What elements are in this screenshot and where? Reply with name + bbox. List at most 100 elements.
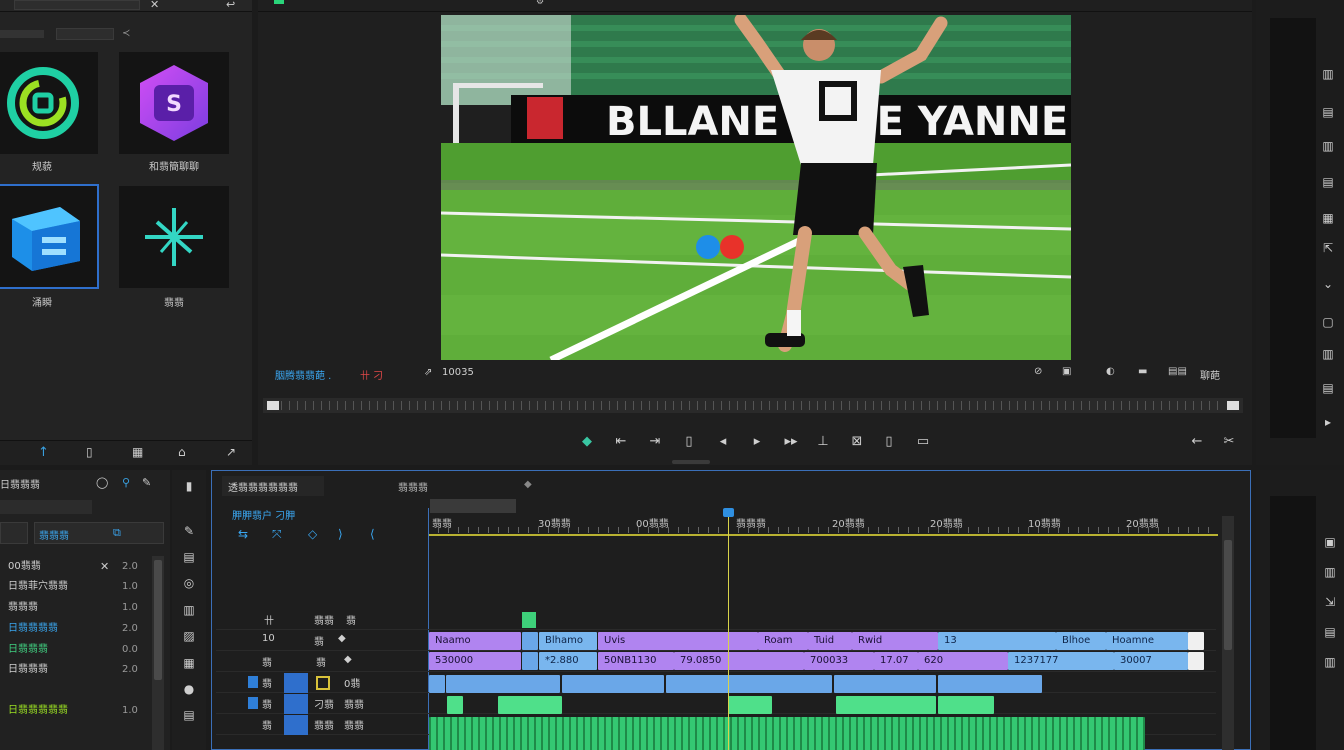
clip-end-cap[interactable] bbox=[1188, 652, 1204, 670]
effect-row-6[interactable]: 日翡翡翡 2.0 bbox=[0, 660, 166, 680]
clip[interactable]: 50NB1130 bbox=[598, 652, 674, 670]
timeline-ruler[interactable]: 翡翡 30翡翡 00翡翡 翡翡翡 20翡翡 20翡翡 10翡翡 20翡翡 bbox=[428, 512, 1218, 542]
export-frame-icon[interactable]: ▣ bbox=[1062, 366, 1071, 377]
clip[interactable]: Hoamne bbox=[1106, 632, 1188, 650]
marker-icon[interactable]: ⊘ bbox=[1034, 366, 1042, 377]
caption-icon[interactable]: ⟨ bbox=[370, 527, 375, 541]
video-clip[interactable] bbox=[429, 675, 445, 693]
audio-clip[interactable] bbox=[836, 696, 936, 714]
tool-a-icon[interactable]: ▣ bbox=[1320, 534, 1340, 550]
video-clip[interactable] bbox=[938, 675, 1042, 693]
clip[interactable]: 17.07 bbox=[874, 652, 918, 670]
clear-icon[interactable]: ▯ bbox=[678, 432, 700, 452]
clip[interactable]: Rwid bbox=[852, 632, 938, 650]
selection-tool-icon[interactable]: ▮ bbox=[180, 477, 198, 495]
clip[interactable]: Uvis bbox=[598, 632, 758, 650]
close-icon[interactable]: ✕ bbox=[150, 0, 159, 11]
clip-marker-green[interactable] bbox=[522, 612, 536, 628]
mark-in-icon[interactable]: ⇤ bbox=[610, 432, 632, 452]
clip[interactable]: Naamo bbox=[429, 632, 521, 650]
insert-icon[interactable]: ⊥ bbox=[812, 432, 834, 452]
clip[interactable]: 1237177 bbox=[1008, 652, 1114, 670]
overwrite-icon[interactable]: ⊠ bbox=[846, 432, 868, 452]
lower-scroll-track[interactable] bbox=[1270, 496, 1316, 750]
audio-waveform-clip[interactable] bbox=[429, 717, 1145, 750]
folder-icon[interactable]: ⌂ bbox=[178, 445, 186, 459]
step-forward-icon[interactable]: ▸▸ bbox=[780, 432, 802, 452]
effect-row-3[interactable]: 翡翡翡 1.0 bbox=[0, 598, 166, 618]
pen-icon[interactable]: ↗ bbox=[226, 445, 236, 459]
effects-list-toggle[interactable] bbox=[0, 522, 28, 544]
clip[interactable]: Blhoe bbox=[1056, 632, 1106, 650]
lock-icon[interactable]: ⇗ bbox=[424, 367, 432, 378]
track-key-toggle[interactable] bbox=[316, 676, 330, 690]
link-icon[interactable]: ⤧ bbox=[272, 527, 282, 542]
video-preview[interactable]: BLLANE YAFE YANNE bbox=[441, 15, 1071, 360]
zoom-slider[interactable] bbox=[56, 28, 114, 40]
layers-icon[interactable]: ▥ bbox=[1318, 66, 1338, 82]
effects-search-box[interactable]: 翡翡翡 ⧉ bbox=[34, 522, 164, 544]
pen-tool-icon[interactable]: ▨ bbox=[180, 627, 198, 645]
playhead-handle[interactable] bbox=[723, 508, 734, 517]
clip[interactable]: 620 bbox=[918, 652, 1008, 670]
timeline-scroll-thumb[interactable] bbox=[1224, 540, 1232, 650]
playhead-line[interactable] bbox=[728, 508, 729, 750]
project-item-1[interactable] bbox=[0, 52, 98, 154]
sort-icon[interactable]: ≺ bbox=[122, 28, 130, 39]
effects-filter-input[interactable] bbox=[0, 500, 92, 514]
effect-row-7[interactable]: 日翡翡翡翡翡 1.0 bbox=[0, 701, 166, 721]
monitor-settings-icon[interactable]: ⚙ bbox=[536, 0, 544, 7]
doc-icon[interactable]: ▤ bbox=[1318, 104, 1338, 120]
layout-icon[interactable]: ▤▤ bbox=[1168, 366, 1187, 377]
timeline-zoom-bar[interactable] bbox=[430, 499, 516, 513]
tool-c-icon[interactable]: ⇲ bbox=[1320, 594, 1340, 610]
apply-effect-icon[interactable]: ⧉ bbox=[113, 526, 121, 540]
out-point-handle[interactable] bbox=[1227, 401, 1239, 410]
clip[interactable]: Roam bbox=[758, 632, 808, 650]
track-sync-lock[interactable] bbox=[284, 673, 308, 693]
mark-out-icon[interactable]: ⇥ bbox=[644, 432, 666, 452]
color-icon[interactable]: ▦ bbox=[1318, 210, 1338, 226]
forward-icon[interactable]: ▸ bbox=[1318, 414, 1338, 430]
timeline-tab2[interactable]: 翡翡翡 bbox=[398, 479, 428, 494]
add-marker-icon[interactable]: ◆ bbox=[576, 432, 598, 452]
effect-row-4[interactable]: 日翡翡翡翡 2.0 bbox=[0, 619, 166, 639]
right-scroll-track[interactable] bbox=[1270, 18, 1316, 438]
clip[interactable]: 530000 bbox=[429, 652, 521, 670]
clip[interactable]: *2.880 bbox=[539, 652, 597, 670]
track-header-row-5[interactable]: 翡 刁翡 翡翡 bbox=[216, 694, 1216, 714]
track-target-toggle[interactable] bbox=[248, 697, 258, 709]
clip-handle[interactable] bbox=[522, 652, 538, 670]
tool-b-icon[interactable]: ▥ bbox=[1320, 564, 1340, 580]
clip[interactable]: Tuid bbox=[808, 632, 852, 650]
audio-clip[interactable] bbox=[728, 696, 772, 714]
new-item-icon[interactable]: ↑ bbox=[38, 445, 49, 460]
bin-icon[interactable]: ▯ bbox=[86, 445, 93, 459]
timeline-menu-icon[interactable]: ◆ bbox=[524, 479, 532, 490]
back-arrow-icon[interactable]: ← bbox=[1186, 432, 1208, 452]
audio-clip[interactable] bbox=[938, 696, 994, 714]
effect-row-2[interactable]: 日翡菲穴翡翡 1.0 bbox=[0, 577, 166, 597]
eyedropper-icon[interactable]: ◐ bbox=[1106, 366, 1115, 377]
export-icon[interactable]: ▭ bbox=[912, 432, 934, 452]
track-header-row-1[interactable]: 卄 翡翡 翡 bbox=[216, 610, 1216, 630]
project-item-3[interactable] bbox=[0, 184, 99, 289]
marker-tl-icon[interactable]: ◇ bbox=[308, 527, 317, 541]
camera-icon[interactable]: ▬ bbox=[1138, 366, 1147, 377]
panel-resize-handle[interactable] bbox=[672, 460, 710, 464]
scrub-bar[interactable] bbox=[263, 398, 1243, 413]
in-point-handle[interactable] bbox=[267, 401, 279, 410]
snap-icon[interactable]: ⇆ bbox=[238, 527, 248, 541]
list-icon[interactable]: ▥ bbox=[1318, 346, 1338, 362]
tool-e-icon[interactable]: ▥ bbox=[1320, 654, 1340, 670]
project-item-2[interactable]: S bbox=[119, 52, 229, 154]
timecode-display[interactable]: 10035 bbox=[442, 367, 474, 378]
project-item-4[interactable] bbox=[119, 186, 229, 288]
track-select-icon[interactable]: ▤ bbox=[180, 548, 198, 566]
magic-icon[interactable]: ✎ bbox=[142, 476, 151, 489]
back-icon[interactable]: ↩ bbox=[226, 0, 235, 11]
ripple-tool-icon[interactable]: ◎ bbox=[180, 574, 198, 592]
panel-icon[interactable]: ▤ bbox=[1318, 380, 1338, 396]
work-area-bar[interactable] bbox=[428, 534, 1218, 536]
list-toggle[interactable] bbox=[0, 30, 44, 38]
